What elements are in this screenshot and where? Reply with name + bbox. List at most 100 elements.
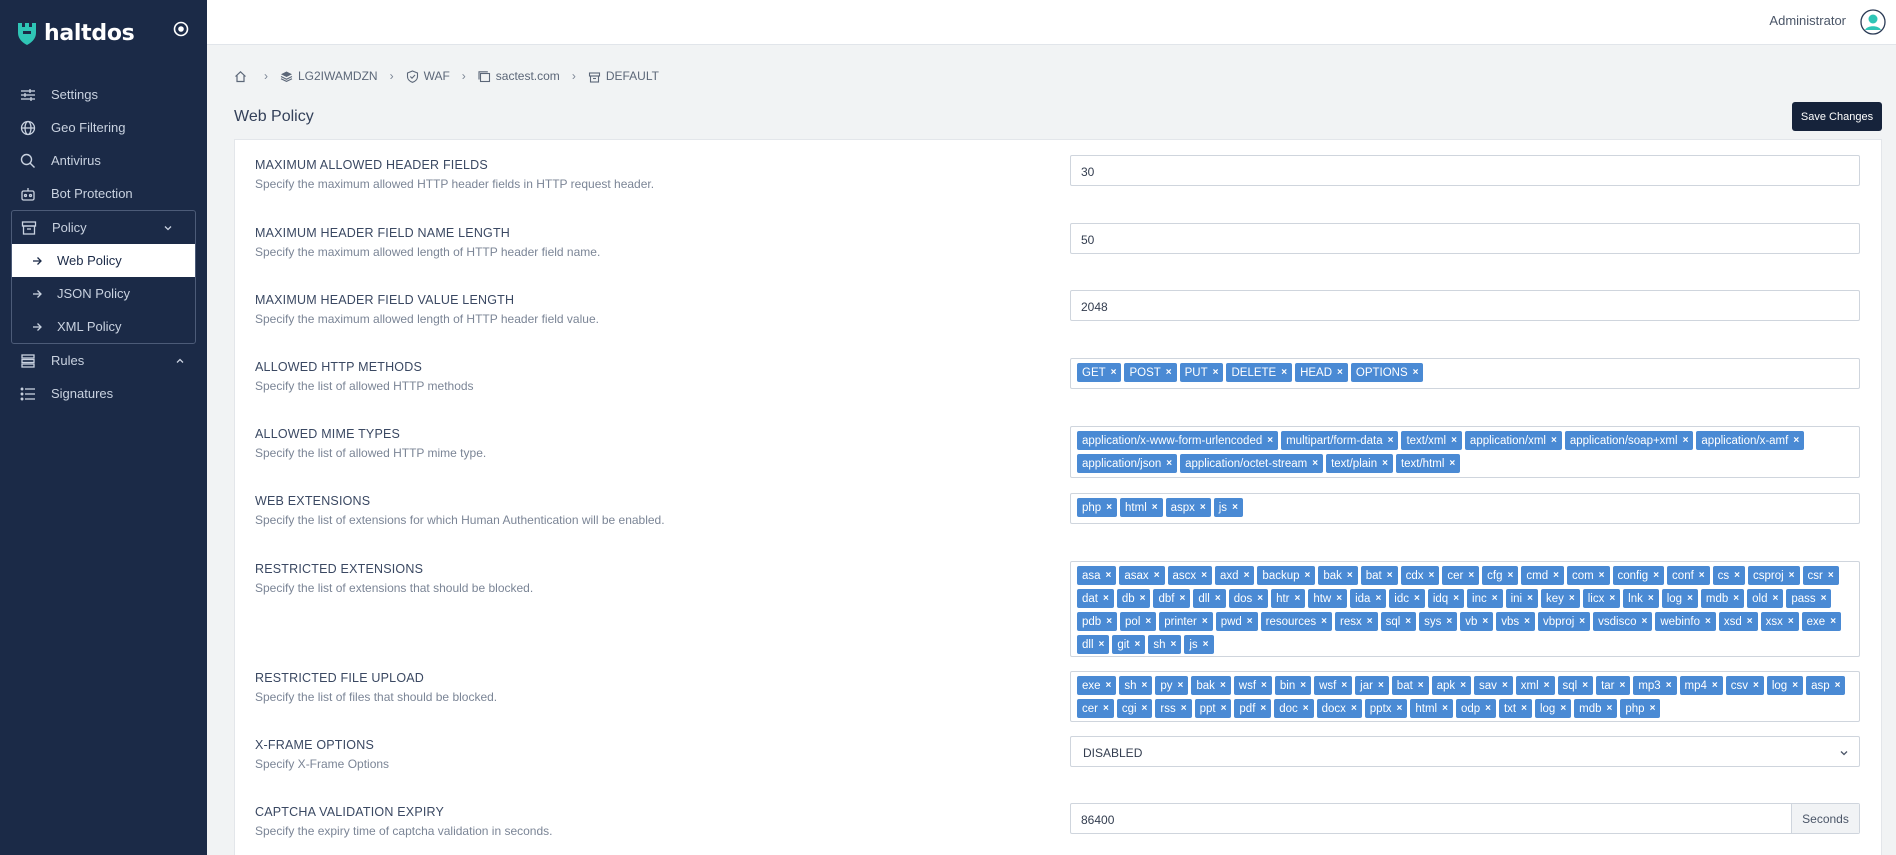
x-frame-options-select[interactable]: DISABLED xyxy=(1070,736,1860,767)
remove-tag-icon[interactable]: × xyxy=(1367,616,1373,627)
sidebar-item-antivirus[interactable]: Antivirus xyxy=(0,144,207,177)
remove-tag-icon[interactable]: × xyxy=(1734,570,1740,581)
breadcrumb-item[interactable]: DEFAULT xyxy=(588,69,659,83)
remove-tag-icon[interactable]: × xyxy=(1482,616,1488,627)
remove-tag-icon[interactable]: × xyxy=(1524,616,1530,627)
http-methods-tag-input[interactable]: GET × POST × PUT × DELETE × HEAD × OPTIONS × xyxy=(1070,358,1860,389)
remove-tag-icon[interactable]: × xyxy=(1733,593,1739,604)
remove-tag-icon[interactable]: × xyxy=(1747,616,1753,627)
remove-tag-icon[interactable]: × xyxy=(1828,570,1834,581)
remove-tag-icon[interactable]: × xyxy=(1295,593,1301,604)
restricted-upload-tag-input[interactable]: exe × sh × py × bak × wsf × bin × wsf × jar × bat × apk × sa… xyxy=(1070,671,1860,722)
remove-tag-icon[interactable]: × xyxy=(1418,680,1424,691)
remove-tag-icon[interactable]: × xyxy=(1106,680,1112,691)
remove-tag-icon[interactable]: × xyxy=(1830,616,1836,627)
remove-tag-icon[interactable]: × xyxy=(1351,703,1357,714)
max-value-length-input[interactable]: 2048 xyxy=(1070,290,1860,321)
remove-tag-icon[interactable]: × xyxy=(1142,703,1148,714)
remove-tag-icon[interactable]: × xyxy=(1103,703,1109,714)
remove-tag-icon[interactable]: × xyxy=(1429,570,1435,581)
remove-tag-icon[interactable]: × xyxy=(1142,680,1148,691)
remove-tag-icon[interactable]: × xyxy=(1460,680,1466,691)
remove-tag-icon[interactable]: × xyxy=(1773,593,1779,604)
remove-tag-icon[interactable]: × xyxy=(1792,680,1798,691)
remove-tag-icon[interactable]: × xyxy=(1140,593,1146,604)
sidebar-item-bot-protection[interactable]: Bot Protection xyxy=(0,177,207,210)
remove-tag-icon[interactable]: × xyxy=(1215,593,1221,604)
breadcrumb-item[interactable]: sactest.com xyxy=(478,69,560,83)
remove-tag-icon[interactable]: × xyxy=(1321,616,1327,627)
remove-tag-icon[interactable]: × xyxy=(1451,435,1457,446)
remove-tag-icon[interactable]: × xyxy=(1200,502,1206,513)
remove-tag-icon[interactable]: × xyxy=(1336,593,1342,604)
sidebar-subitem-json-policy[interactable]: JSON Policy xyxy=(12,277,195,310)
remove-tag-icon[interactable]: × xyxy=(1666,680,1672,691)
remove-tag-icon[interactable]: × xyxy=(1492,593,1498,604)
remove-tag-icon[interactable]: × xyxy=(1413,367,1419,378)
remove-tag-icon[interactable]: × xyxy=(1312,458,1318,469)
remove-tag-icon[interactable]: × xyxy=(1414,593,1420,604)
remove-tag-icon[interactable]: × xyxy=(1203,639,1209,650)
remove-tag-icon[interactable]: × xyxy=(1712,680,1718,691)
remove-tag-icon[interactable]: × xyxy=(1553,570,1559,581)
remove-tag-icon[interactable]: × xyxy=(1154,570,1160,581)
user-name[interactable]: Administrator xyxy=(1769,13,1846,28)
remove-tag-icon[interactable]: × xyxy=(1619,680,1625,691)
remove-tag-icon[interactable]: × xyxy=(1106,570,1112,581)
remove-tag-icon[interactable]: × xyxy=(1135,639,1141,650)
remove-tag-icon[interactable]: × xyxy=(1232,502,1238,513)
remove-tag-icon[interactable]: × xyxy=(1699,570,1705,581)
remove-tag-icon[interactable]: × xyxy=(1641,616,1647,627)
remove-tag-icon[interactable]: × xyxy=(1261,680,1267,691)
remove-tag-icon[interactable]: × xyxy=(1788,616,1794,627)
sidebar-item-settings[interactable]: Settings xyxy=(0,78,207,111)
remove-tag-icon[interactable]: × xyxy=(1687,593,1693,604)
remove-tag-icon[interactable]: × xyxy=(1468,570,1474,581)
max-header-fields-input[interactable]: 30 xyxy=(1070,155,1860,186)
remove-tag-icon[interactable]: × xyxy=(1569,593,1575,604)
remove-tag-icon[interactable]: × xyxy=(1387,570,1393,581)
brand[interactable]: haltdos xyxy=(16,18,135,48)
remove-tag-icon[interactable]: × xyxy=(1145,616,1151,627)
remove-tag-icon[interactable]: × xyxy=(1544,680,1550,691)
radio-toggle-icon[interactable] xyxy=(172,20,190,38)
remove-tag-icon[interactable]: × xyxy=(1683,435,1689,446)
remove-tag-icon[interactable]: × xyxy=(1244,570,1250,581)
remove-tag-icon[interactable]: × xyxy=(1705,616,1711,627)
sidebar-item-rules[interactable]: Rules xyxy=(0,344,207,377)
sidebar-item-signatures[interactable]: Signatures xyxy=(0,377,207,410)
remove-tag-icon[interactable]: × xyxy=(1341,680,1347,691)
remove-tag-icon[interactable]: × xyxy=(1106,502,1112,513)
remove-tag-icon[interactable]: × xyxy=(1267,435,1273,446)
breadcrumb-item[interactable]: LG2IWAMDZN xyxy=(280,69,378,83)
remove-tag-icon[interactable]: × xyxy=(1502,680,1508,691)
remove-tag-icon[interactable]: × xyxy=(1337,367,1343,378)
remove-tag-icon[interactable]: × xyxy=(1648,593,1654,604)
remove-tag-icon[interactable]: × xyxy=(1609,593,1615,604)
remove-tag-icon[interactable]: × xyxy=(1382,458,1388,469)
remove-tag-icon[interactable]: × xyxy=(1607,703,1613,714)
remove-tag-icon[interactable]: × xyxy=(1446,616,1452,627)
remove-tag-icon[interactable]: × xyxy=(1179,593,1185,604)
remove-tag-icon[interactable]: × xyxy=(1257,593,1263,604)
web-extensions-tag-input[interactable]: php × html × aspx × js × xyxy=(1070,493,1860,524)
remove-tag-icon[interactable]: × xyxy=(1388,435,1394,446)
remove-tag-icon[interactable]: × xyxy=(1221,703,1227,714)
restricted-extensions-tag-input[interactable]: asa × asax × ascx × axd × backup × bak × bat × cdx × cer… xyxy=(1070,561,1860,657)
remove-tag-icon[interactable]: × xyxy=(1560,703,1566,714)
sidebar-subitem-xml-policy[interactable]: XML Policy xyxy=(12,310,195,343)
remove-tag-icon[interactable]: × xyxy=(1753,680,1759,691)
remove-tag-icon[interactable]: × xyxy=(1202,616,1208,627)
remove-tag-icon[interactable]: × xyxy=(1152,502,1158,513)
remove-tag-icon[interactable]: × xyxy=(1300,680,1306,691)
remove-tag-icon[interactable]: × xyxy=(1099,639,1105,650)
max-name-length-input[interactable]: 50 xyxy=(1070,223,1860,254)
breadcrumb-item[interactable]: WAF xyxy=(406,69,450,83)
remove-tag-icon[interactable]: × xyxy=(1599,570,1605,581)
remove-tag-icon[interactable]: × xyxy=(1281,367,1287,378)
remove-tag-icon[interactable]: × xyxy=(1201,570,1207,581)
remove-tag-icon[interactable]: × xyxy=(1375,593,1381,604)
remove-tag-icon[interactable]: × xyxy=(1405,616,1411,627)
remove-tag-icon[interactable]: × xyxy=(1213,367,1219,378)
remove-tag-icon[interactable]: × xyxy=(1220,680,1226,691)
